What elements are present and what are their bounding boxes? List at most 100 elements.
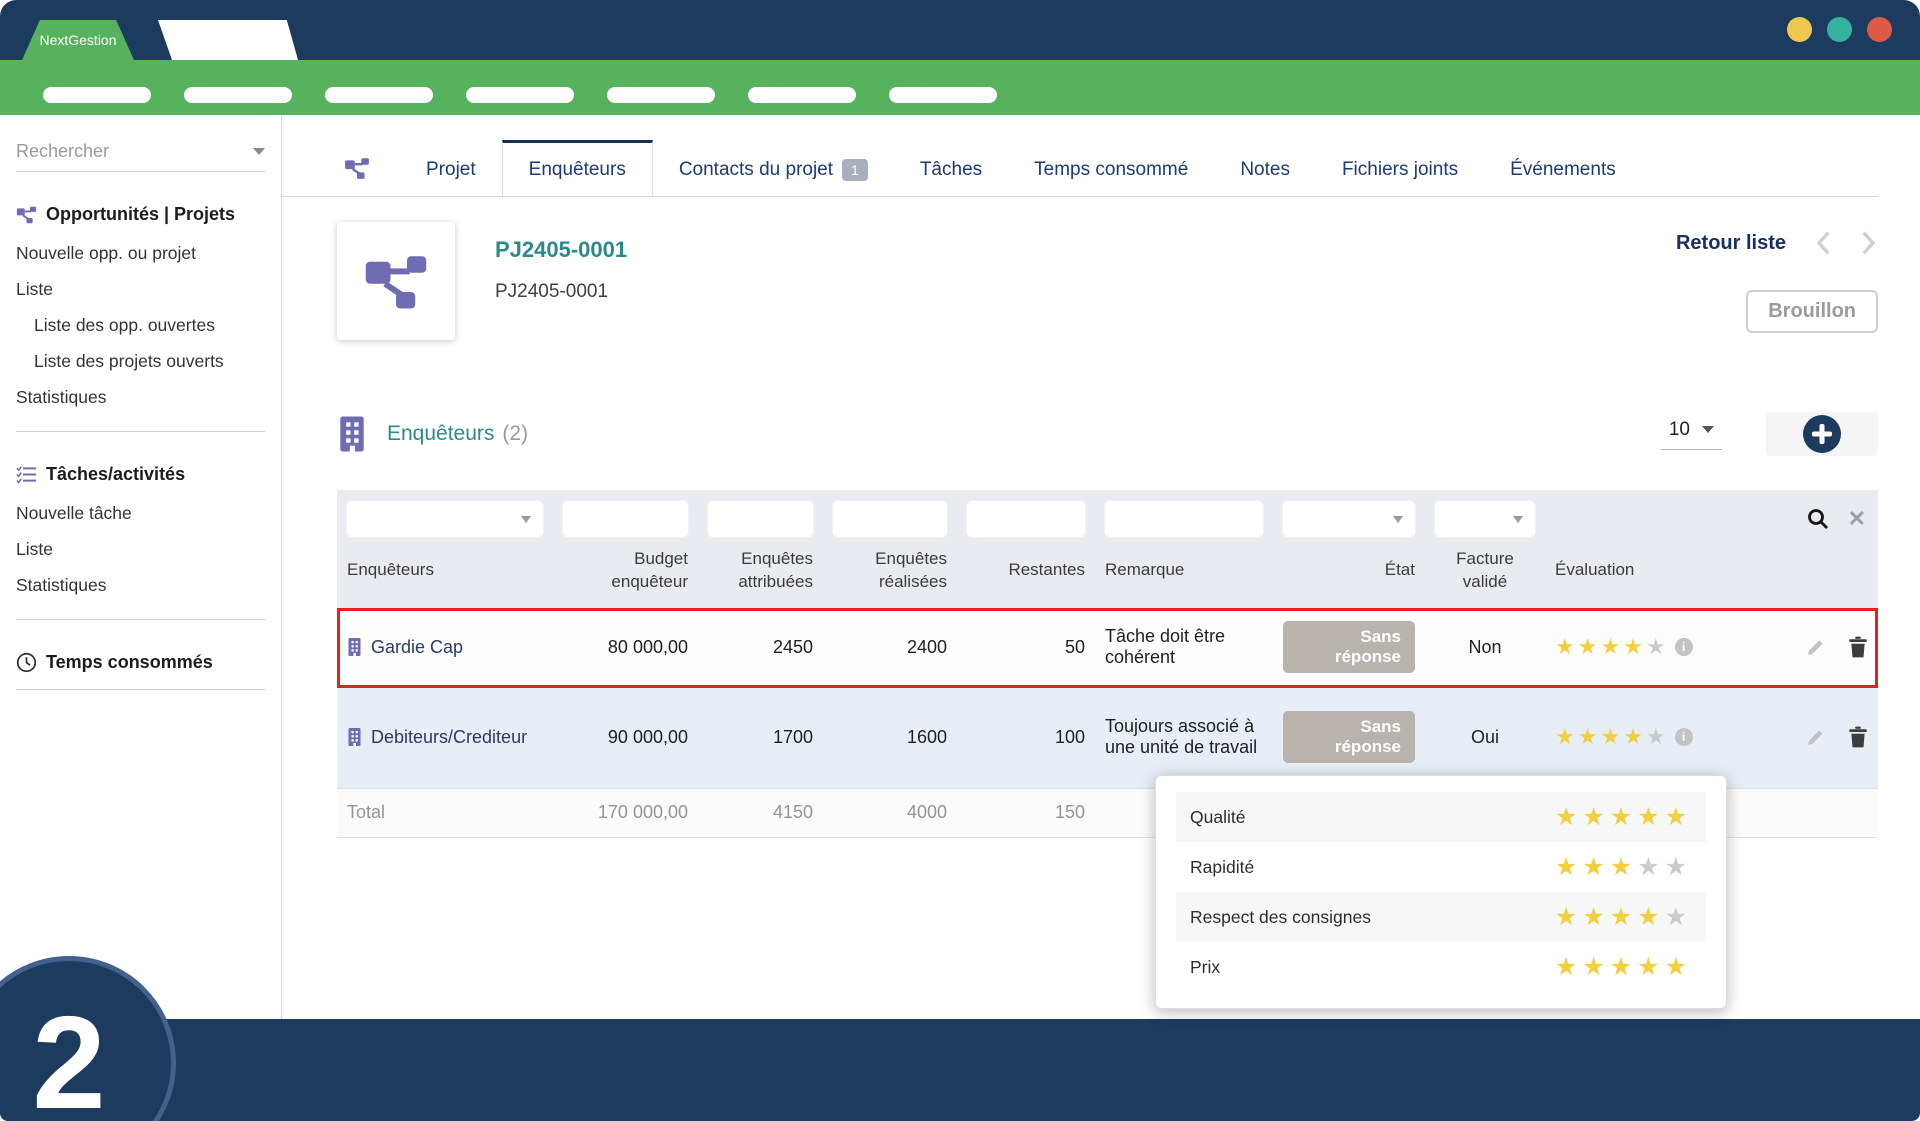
tab-temps-consomme[interactable]: Temps consommé bbox=[1008, 140, 1214, 196]
nav-item-pill[interactable] bbox=[748, 87, 856, 103]
sidebar-section-taches[interactable]: Tâches/activités bbox=[16, 464, 265, 485]
total-budget: 170 000,00 bbox=[553, 792, 698, 833]
popup-row-rapidite: Rapidité ★★★★★ bbox=[1176, 842, 1706, 892]
column-header-realisees[interactable]: Enquêtes réalisées bbox=[823, 548, 957, 594]
sidebar-item-nouvelle-tache[interactable]: Nouvelle tâche bbox=[16, 495, 265, 531]
column-header-etat[interactable]: État bbox=[1273, 559, 1425, 582]
status-badge-brouillon[interactable]: Brouillon bbox=[1746, 290, 1878, 333]
secondary-tab[interactable] bbox=[158, 20, 298, 60]
sidebar-item-liste[interactable]: Liste bbox=[16, 271, 265, 307]
rating-stars[interactable]: ★★★★★ bbox=[1555, 724, 1669, 750]
filter-restantes-input[interactable] bbox=[966, 500, 1086, 538]
filter-budget-input[interactable] bbox=[562, 500, 689, 538]
status-badge: Sans réponse bbox=[1283, 711, 1415, 763]
main-navbar bbox=[0, 60, 1920, 115]
delete-icon[interactable] bbox=[1848, 636, 1868, 658]
page-size-select[interactable]: 10 bbox=[1661, 419, 1722, 450]
window-close-dot[interactable] bbox=[1867, 17, 1892, 42]
nav-item-pill[interactable] bbox=[889, 87, 997, 103]
org-chart-icon bbox=[363, 248, 429, 314]
chevron-down-icon bbox=[1513, 516, 1523, 523]
building-icon bbox=[347, 727, 362, 747]
chevron-down-icon bbox=[521, 516, 531, 523]
sidebar-section-opportunites[interactable]: Opportunités | Projets bbox=[16, 204, 265, 225]
step-number: 2 bbox=[32, 997, 105, 1121]
building-icon bbox=[337, 415, 367, 453]
cell-restantes: 50 bbox=[957, 627, 1095, 668]
rating-stars[interactable]: ★★★★★ bbox=[1555, 634, 1669, 660]
nav-item-pill[interactable] bbox=[43, 87, 151, 103]
rating-stars: ★★★★★ bbox=[1555, 952, 1692, 982]
column-header-facture[interactable]: Facture validé bbox=[1425, 548, 1545, 594]
chevron-down-icon[interactable] bbox=[253, 148, 265, 155]
filter-enqueteurs-select[interactable] bbox=[346, 500, 544, 538]
add-enqueteur-button[interactable] bbox=[1766, 412, 1878, 456]
nav-menu-placeholders bbox=[0, 60, 1920, 103]
filter-attribuees-input[interactable] bbox=[707, 500, 814, 538]
filter-realisees-input[interactable] bbox=[832, 500, 948, 538]
back-to-list-link[interactable]: Retour liste bbox=[1676, 232, 1786, 255]
popup-row-respect-consignes: Respect des consignes ★★★★★ bbox=[1176, 892, 1706, 942]
project-tabs: Projet Enquêteurs Contacts du projet 1 T… bbox=[282, 140, 1878, 197]
tab-notes[interactable]: Notes bbox=[1214, 140, 1316, 196]
chevron-right-icon[interactable] bbox=[1860, 230, 1878, 256]
table-row-debiteurs-crediteur: Debiteurs/Crediteur 90 000,00 1700 1600 … bbox=[337, 688, 1878, 788]
nav-item-pill[interactable] bbox=[607, 87, 715, 103]
column-header-remarque[interactable]: Remarque bbox=[1095, 559, 1273, 582]
sidebar-section-temps[interactable]: Temps consommés bbox=[16, 652, 265, 673]
org-chart-icon bbox=[16, 204, 37, 225]
tab-fichiers-joints[interactable]: Fichiers joints bbox=[1316, 140, 1484, 196]
chevron-down-icon bbox=[1393, 516, 1403, 523]
column-header-restantes[interactable]: Restantes bbox=[957, 559, 1095, 582]
status-badge: Sans réponse bbox=[1283, 621, 1415, 673]
info-icon[interactable] bbox=[1675, 728, 1693, 746]
rating-stars: ★★★★★ bbox=[1555, 852, 1692, 882]
tab-projet[interactable]: Projet bbox=[400, 140, 502, 196]
rating-stars: ★★★★★ bbox=[1555, 902, 1692, 932]
delete-icon[interactable] bbox=[1848, 726, 1868, 748]
cell-realisees: 2400 bbox=[823, 627, 957, 668]
enqueteurs-section-header: Enquêteurs (2) 10 bbox=[337, 410, 1878, 458]
building-icon bbox=[347, 637, 362, 657]
sidebar-item-statistiques[interactable]: Statistiques bbox=[16, 379, 265, 415]
window-maximize-dot[interactable] bbox=[1827, 17, 1852, 42]
tab-contacts-du-projet[interactable]: Contacts du projet 1 bbox=[653, 140, 894, 196]
sidebar-item-nouvelle-opp[interactable]: Nouvelle opp. ou projet bbox=[16, 235, 265, 271]
total-restantes: 150 bbox=[957, 792, 1095, 833]
clear-filters-icon[interactable]: ✕ bbox=[1848, 508, 1866, 530]
nav-item-pill[interactable] bbox=[325, 87, 433, 103]
list-navigation: Retour liste bbox=[1676, 230, 1878, 256]
cell-realisees: 1600 bbox=[823, 717, 957, 758]
info-icon[interactable] bbox=[1675, 638, 1693, 656]
search-icon[interactable] bbox=[1806, 507, 1830, 531]
sidebar-item-statistiques-taches[interactable]: Statistiques bbox=[16, 567, 265, 603]
window-minimize-dot[interactable] bbox=[1787, 17, 1812, 42]
edit-icon[interactable] bbox=[1805, 637, 1826, 658]
checklist-icon bbox=[16, 464, 37, 485]
cell-restantes: 100 bbox=[957, 717, 1095, 758]
main-panel: Projet Enquêteurs Contacts du projet 1 T… bbox=[282, 115, 1920, 1019]
sidebar-section-title: Temps consommés bbox=[46, 652, 213, 673]
footer-band bbox=[0, 1019, 1920, 1121]
tab-taches[interactable]: Tâches bbox=[894, 140, 1008, 196]
tab-enqueteurs[interactable]: Enquêteurs bbox=[502, 140, 653, 196]
tab-evenements[interactable]: Événements bbox=[1484, 140, 1642, 196]
chevron-left-icon[interactable] bbox=[1814, 230, 1832, 256]
sidebar-item-liste-taches[interactable]: Liste bbox=[16, 531, 265, 567]
edit-icon[interactable] bbox=[1805, 727, 1826, 748]
column-header-enqueteurs[interactable]: Enquêteurs bbox=[337, 559, 553, 582]
search-input[interactable] bbox=[16, 141, 253, 162]
nav-item-pill[interactable] bbox=[184, 87, 292, 103]
column-header-evaluation[interactable]: Évaluation bbox=[1545, 559, 1751, 582]
enqueteur-link[interactable]: Debiteurs/Crediteur bbox=[371, 727, 527, 748]
column-header-attribuees[interactable]: Enquêtes attribuées bbox=[698, 548, 823, 594]
sidebar-item-liste-opp-ouvertes[interactable]: Liste des opp. ouvertes bbox=[16, 307, 265, 343]
project-avatar bbox=[337, 222, 455, 340]
nav-item-pill[interactable] bbox=[466, 87, 574, 103]
clock-icon bbox=[16, 652, 37, 673]
sidebar-item-liste-projets-ouverts[interactable]: Liste des projets ouverts bbox=[16, 343, 265, 379]
project-titles: PJ2405-0001 PJ2405-0001 bbox=[495, 237, 627, 303]
filter-remarque-input[interactable] bbox=[1104, 500, 1264, 538]
column-header-budget[interactable]: Budget enquêteur bbox=[553, 548, 698, 594]
enqueteur-link[interactable]: Gardie Cap bbox=[371, 637, 463, 658]
